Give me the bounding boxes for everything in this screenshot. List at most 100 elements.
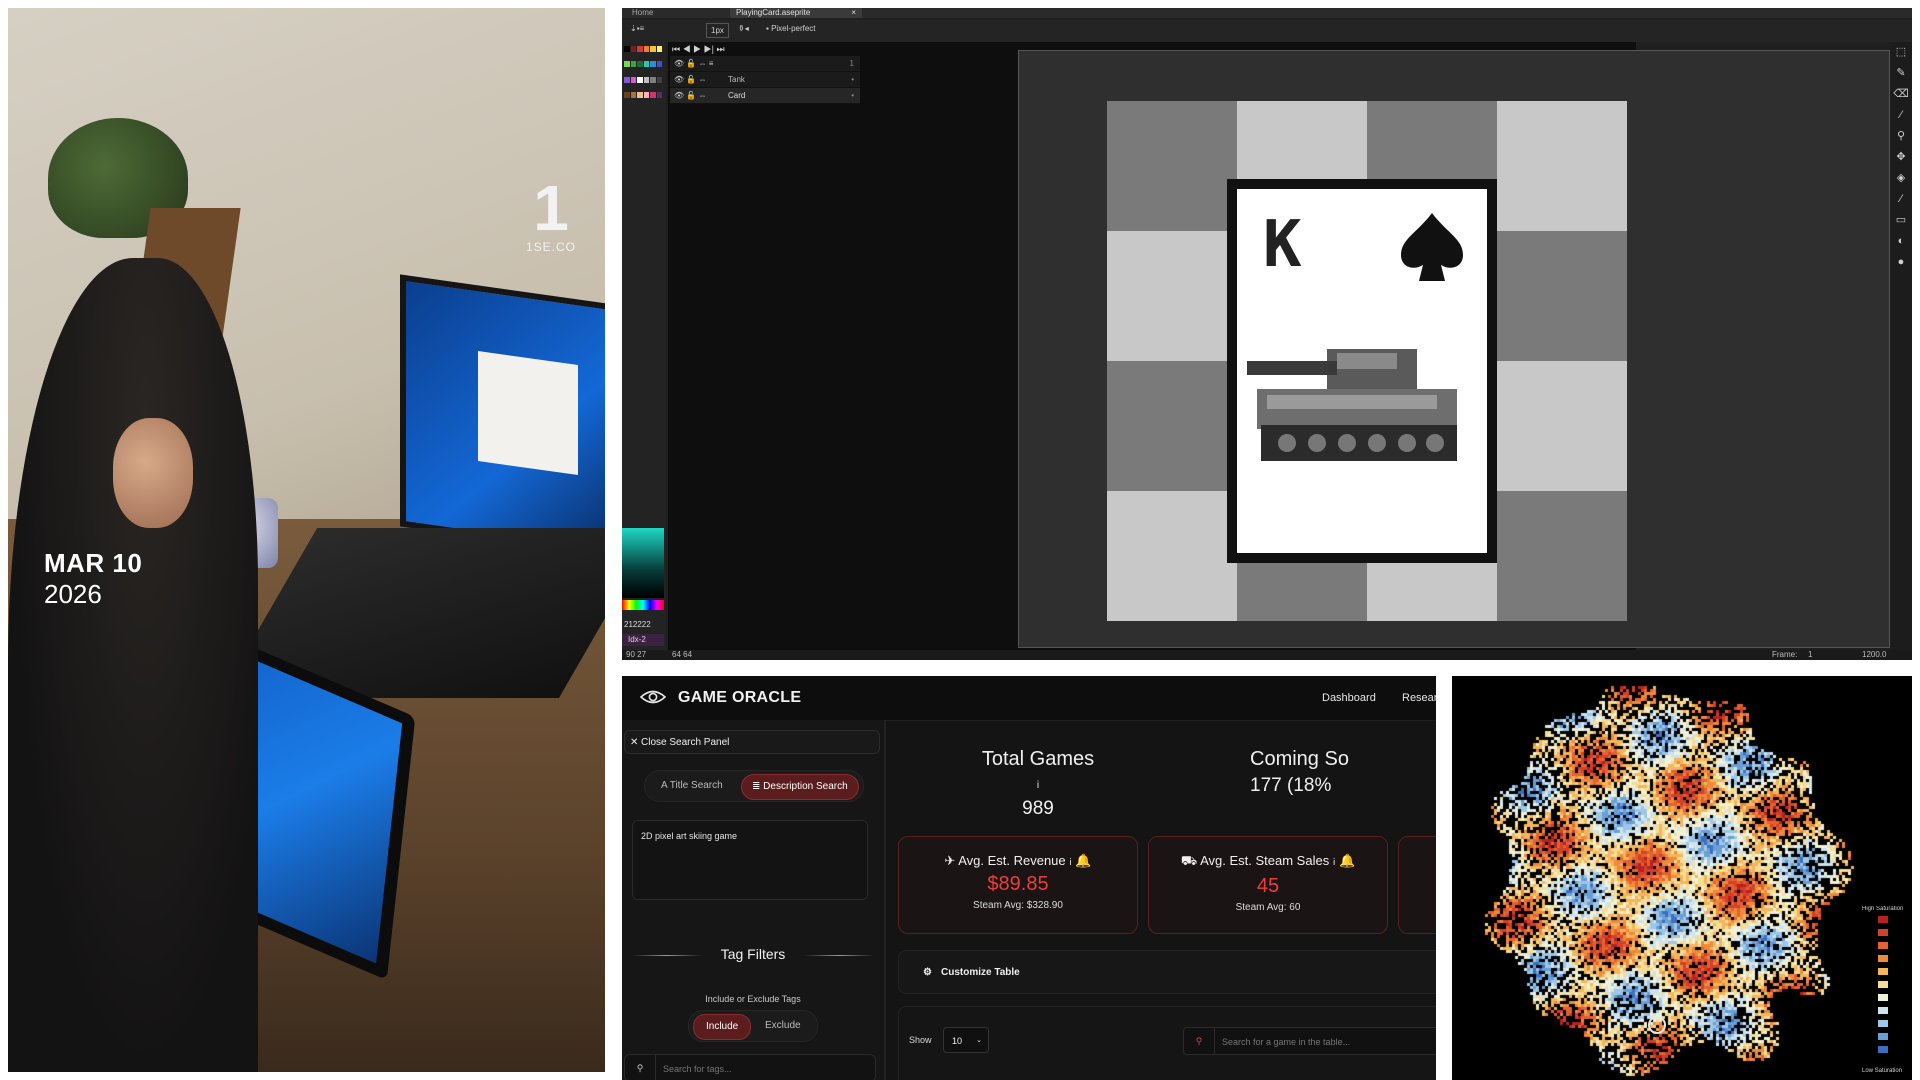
watermark-logo-icon: 1	[533, 172, 569, 244]
location-marker-icon[interactable]	[1648, 1016, 1666, 1034]
palette-swatch[interactable]	[624, 91, 630, 98]
brush-type-icon[interactable]: ⇣▪≡	[630, 24, 644, 33]
cel-indicator[interactable]: 1	[850, 56, 854, 71]
palette-swatch[interactable]	[650, 46, 656, 52]
tab-description-search[interactable]: ≣ Description Search	[741, 774, 859, 800]
info-icon[interactable]: ⅰ	[1037, 780, 1040, 791]
layer-list: 👁 🔓 ⇔ ≡ 1 👁 🔓 ⇔ Tank • 👁 🔓 ⇔ Card •	[670, 56, 860, 104]
page-size-select[interactable]: 10 ⌄	[943, 1027, 989, 1053]
color-picker-sv[interactable]	[622, 528, 664, 598]
palette-swatch[interactable]	[624, 76, 630, 83]
info-icon[interactable]: ⅰ	[1333, 857, 1336, 867]
eyedropper-tool-icon[interactable]: ⁄	[1890, 105, 1912, 126]
game-search-input[interactable]	[1220, 1032, 1436, 1052]
checker-tile	[1107, 101, 1237, 231]
drop-tool-icon[interactable]: ●	[1890, 252, 1912, 273]
tag-filters-heading: Tag Filters	[622, 946, 884, 962]
info-icon[interactable]: ⅰ	[1069, 857, 1072, 867]
tag-search: ⚲	[624, 1054, 876, 1080]
palette-swatch[interactable]	[637, 76, 643, 83]
tab-home-label: Home	[632, 8, 654, 17]
saturation-map-canvas[interactable]	[1452, 676, 1912, 1080]
palette-swatch[interactable]	[656, 76, 662, 83]
palette-swatch[interactable]	[630, 46, 636, 52]
fill-tool-icon[interactable]: ◈	[1890, 168, 1912, 189]
layer-row[interactable]: 👁 🔓 ⇔ Card •	[670, 88, 860, 104]
cel-indicator[interactable]: •	[851, 72, 854, 87]
exclude-button[interactable]: Exclude	[753, 1014, 813, 1038]
aseprite-window: Home PlayingCard.aseprite × ⇣▪≡ 1px ⚱◂ ▪ …	[622, 8, 1912, 660]
palette-swatch[interactable]	[643, 76, 649, 83]
layer-row[interactable]: 👁 🔓 ⇔ Tank •	[670, 72, 860, 88]
cursor-position: 90 27	[626, 650, 647, 659]
pencil-tool-icon[interactable]: ✎	[1890, 63, 1912, 84]
legend-swatch	[1878, 994, 1888, 1001]
sprite-canvas[interactable]: K	[1018, 50, 1890, 648]
description-input[interactable]: 2D pixel art skiing game	[632, 820, 868, 900]
close-icon[interactable]: ×	[851, 8, 856, 18]
layer-visibility-icon[interactable]: 👁 🔓 ⇔	[674, 88, 707, 103]
legend-swatch	[1878, 1046, 1888, 1053]
layer-row[interactable]: 👁 🔓 ⇔ ≡ 1	[670, 56, 860, 72]
palette-swatch[interactable]	[650, 76, 656, 83]
playback-controls[interactable]: ⏮ ◀ ▶ ▶| ⏭	[672, 44, 725, 55]
kpi-value: 45	[1256, 875, 1280, 897]
legend-low-label: Low Saturation	[1862, 1068, 1903, 1074]
bell-icon[interactable]: 🔔	[1075, 853, 1091, 868]
tab-home[interactable]: Home	[626, 8, 659, 18]
marquee-tool-icon[interactable]: ⬚	[1890, 42, 1912, 63]
layer-visibility-icon[interactable]: 👁 🔓 ⇔ ≡	[674, 56, 713, 71]
bell-icon[interactable]: 🔔	[1339, 853, 1355, 868]
palette-swatch[interactable]	[643, 46, 649, 52]
eraser-tool-icon[interactable]: ⌫	[1890, 84, 1912, 105]
palette-swatch[interactable]	[637, 91, 643, 98]
tab-title-search[interactable]: A Title Search	[651, 774, 733, 798]
brush-size-field[interactable]: 1px	[706, 23, 729, 38]
customize-table-button[interactable]: ⚙ Customize Table	[898, 950, 1436, 994]
legend-swatch	[1878, 1020, 1888, 1027]
ink-icon[interactable]: ⚱◂	[738, 24, 749, 33]
legend-swatch	[1878, 955, 1888, 962]
nav-research[interactable]: Resear	[1402, 676, 1436, 720]
color-palette[interactable]	[624, 46, 662, 106]
palette-swatch[interactable]	[643, 61, 649, 68]
hue-slider[interactable]	[622, 600, 664, 610]
video-frame-photo: MAR 10 2026 1 1SE.CO	[8, 8, 605, 1072]
tab-playingcard[interactable]: PlayingCard.aseprite ×	[730, 8, 862, 18]
palette-swatch[interactable]	[630, 76, 636, 83]
pixel-perfect-toggle[interactable]: ▪ Pixel-perfect	[766, 24, 816, 33]
nav-dashboard[interactable]: Dashboard	[1322, 676, 1376, 720]
palette-swatch[interactable]	[650, 91, 656, 98]
blur-tool-icon[interactable]: ◐	[1890, 231, 1912, 252]
close-search-panel-button[interactable]: ✕ Close Search Panel	[624, 730, 880, 754]
move-tool-icon[interactable]: ✥	[1890, 147, 1912, 168]
palette-swatch[interactable]	[624, 46, 630, 52]
include-exclude-label: Include or Exclude Tags	[705, 994, 801, 1004]
include-button[interactable]: Include	[693, 1014, 752, 1040]
palette-swatch[interactable]	[637, 61, 643, 68]
cel-indicator[interactable]: •	[851, 88, 854, 103]
palette-swatch[interactable]	[637, 46, 643, 52]
date-overlay: MAR 10 2026	[44, 548, 142, 610]
layer-name: Card	[728, 91, 746, 100]
palette-swatch[interactable]	[650, 61, 656, 68]
color-index: Idx-2	[622, 634, 664, 646]
layer-visibility-icon[interactable]: 👁 🔓 ⇔	[674, 72, 707, 87]
tag-search-input[interactable]	[661, 1059, 865, 1079]
zoom-tool-icon[interactable]: ⚲	[1890, 126, 1912, 147]
palette-swatch[interactable]	[656, 61, 662, 68]
chevron-down-icon: ⌄	[976, 1037, 982, 1044]
close-search-panel-label: Close Search Panel	[641, 737, 730, 748]
palette-swatch[interactable]	[630, 61, 636, 68]
rect-tool-icon[interactable]: ▭	[1890, 210, 1912, 231]
palette-swatch[interactable]	[656, 46, 662, 52]
zoom-value[interactable]: 1200.0	[1862, 650, 1886, 660]
rocket-icon: ✈	[944, 853, 959, 868]
palette-swatch[interactable]	[656, 91, 662, 98]
palette-swatch[interactable]	[630, 91, 636, 98]
palette-swatch[interactable]	[624, 61, 630, 68]
line-tool-icon[interactable]: ∕	[1890, 189, 1912, 210]
frame-value[interactable]: 1	[1808, 650, 1812, 660]
palette-swatch[interactable]	[643, 91, 649, 98]
stat-coming-soon: Coming So 177 (18%	[1250, 748, 1430, 797]
